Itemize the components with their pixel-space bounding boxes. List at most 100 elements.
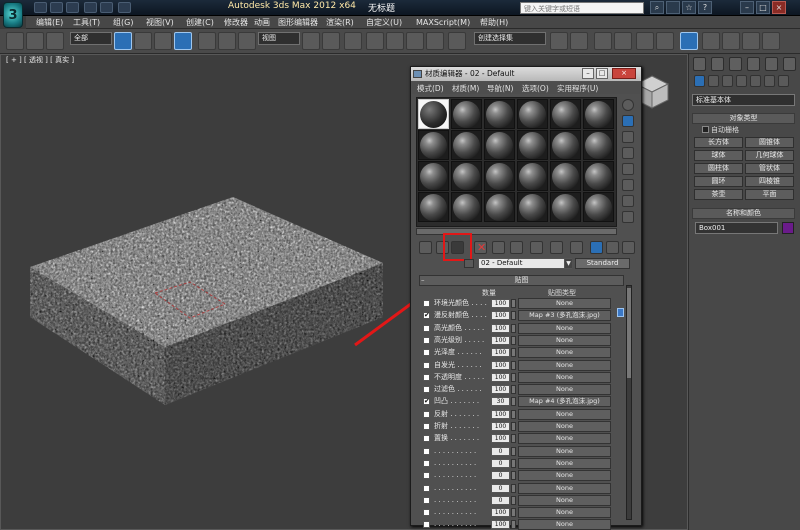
- map-amount-spinner[interactable]: [511, 446, 516, 456]
- map-slot-button[interactable]: None: [518, 470, 611, 482]
- map-amount-spinner[interactable]: [511, 495, 516, 505]
- display-tab-icon[interactable]: [765, 57, 778, 71]
- material-id-channel-icon[interactable]: [570, 241, 583, 254]
- helpers-icon[interactable]: [750, 75, 761, 87]
- map-slot-button[interactable]: None: [518, 519, 611, 530]
- map-amount-field[interactable]: 100: [491, 520, 510, 530]
- map-enable-checkbox[interactable]: ✔: [423, 398, 430, 406]
- map-enable-checkbox[interactable]: [423, 459, 430, 467]
- map-amount-field[interactable]: 100: [491, 323, 510, 333]
- map-amount-spinner[interactable]: [511, 483, 516, 493]
- map-slot-button[interactable]: None: [518, 371, 611, 383]
- map-amount-spinner[interactable]: [511, 508, 516, 518]
- show-end-result-icon[interactable]: [606, 241, 619, 254]
- map-amount-spinner[interactable]: [511, 520, 516, 530]
- material-sample-slot[interactable]: [484, 192, 515, 222]
- material-sample-slot[interactable]: [484, 161, 515, 191]
- map-enable-checkbox[interactable]: [423, 496, 430, 504]
- map-amount-field[interactable]: 0: [491, 471, 510, 481]
- map-amount-spinner[interactable]: [511, 335, 516, 345]
- material-sample-slot[interactable]: [517, 161, 548, 191]
- modify-tab-icon[interactable]: [711, 57, 724, 71]
- map-slot-button[interactable]: None: [518, 507, 611, 519]
- lights-icon[interactable]: [722, 75, 733, 87]
- material-sample-slot[interactable]: [517, 130, 548, 160]
- maps-rollout-collapse-icon[interactable]: –: [421, 276, 425, 284]
- map-amount-spinner[interactable]: [511, 385, 516, 395]
- tube-button[interactable]: 管状体: [745, 163, 794, 174]
- cylinder-button[interactable]: 圆柱体: [694, 163, 743, 174]
- map-enable-checkbox[interactable]: [423, 324, 430, 332]
- map-amount-spinner[interactable]: [511, 458, 516, 468]
- map-enable-checkbox[interactable]: [423, 423, 430, 430]
- close-button[interactable]: ×: [772, 1, 786, 14]
- material-editor-minimize-button[interactable]: –: [582, 68, 594, 79]
- autogrid-checkbox[interactable]: [702, 126, 709, 133]
- map-slot-button[interactable]: None: [518, 494, 611, 506]
- geosphere-button[interactable]: 几何球体: [745, 150, 794, 161]
- map-amount-spinner[interactable]: [511, 323, 516, 333]
- map-enable-checkbox[interactable]: [423, 336, 430, 344]
- map-amount-field[interactable]: 0: [491, 458, 510, 468]
- cone-button[interactable]: 圆锥体: [745, 137, 794, 148]
- rendered-frame-window-icon[interactable]: [722, 32, 740, 50]
- map-amount-field[interactable]: 0: [491, 483, 510, 493]
- me-menu-options[interactable]: 选项(O): [522, 83, 549, 94]
- material-name-dropdown-arrow[interactable]: ▼: [564, 259, 572, 268]
- me-menu-navigation[interactable]: 导航(N): [487, 83, 513, 94]
- sample-type-icon[interactable]: [622, 99, 634, 111]
- torus-button[interactable]: 圆环: [694, 176, 743, 187]
- object-color-swatch[interactable]: [782, 222, 794, 234]
- pick-from-object-icon[interactable]: [464, 259, 474, 268]
- map-enable-checkbox[interactable]: [423, 386, 430, 394]
- map-amount-spinner[interactable]: [511, 299, 516, 308]
- sphere-button[interactable]: 球体: [694, 150, 743, 161]
- map-enable-checkbox[interactable]: [423, 509, 430, 517]
- map-amount-spinner[interactable]: [511, 372, 516, 382]
- map-amount-field[interactable]: 100: [491, 434, 510, 444]
- put-to-library-icon[interactable]: [550, 241, 563, 254]
- map-amount-field[interactable]: 100: [491, 360, 510, 370]
- map-amount-field[interactable]: 100: [491, 311, 510, 321]
- material-sample-slot[interactable]: [451, 99, 482, 129]
- material-sample-slot[interactable]: [583, 99, 614, 129]
- me-menu-modes[interactable]: 模式(D): [417, 83, 444, 94]
- material-sample-slot[interactable]: [583, 161, 614, 191]
- map-amount-spinner[interactable]: [511, 348, 516, 358]
- systems-icon[interactable]: [778, 75, 789, 87]
- shapes-icon[interactable]: [708, 75, 719, 87]
- map-amount-spinner[interactable]: [511, 434, 516, 444]
- map-slot-button[interactable]: None: [518, 433, 611, 445]
- material-sample-slot[interactable]: [451, 161, 482, 191]
- map-amount-spinner[interactable]: [511, 360, 516, 370]
- map-enable-checkbox[interactable]: [423, 484, 430, 492]
- show-map-in-viewport-icon[interactable]: [590, 241, 603, 254]
- material-sample-slot[interactable]: [451, 130, 482, 160]
- map-slot-button[interactable]: None: [518, 482, 611, 494]
- maps-rollout-header[interactable]: 贴图: [419, 275, 624, 286]
- material-sample-slot[interactable]: [550, 161, 581, 191]
- material-sample-slot[interactable]: [418, 99, 449, 129]
- cameras-icon[interactable]: [736, 75, 747, 87]
- space-warps-icon[interactable]: [764, 75, 775, 87]
- render-setup-icon[interactable]: [702, 32, 720, 50]
- me-menu-utilities[interactable]: 实用程序(U): [557, 83, 598, 94]
- map-amount-field[interactable]: 0: [491, 495, 510, 505]
- map-options-icon[interactable]: [617, 308, 624, 317]
- map-amount-spinner[interactable]: [511, 397, 516, 407]
- map-amount-field[interactable]: 100: [491, 348, 510, 358]
- sample-uv-tiling-icon[interactable]: [622, 147, 634, 159]
- pyramid-button[interactable]: 四棱锥: [745, 176, 794, 187]
- make-preview-icon[interactable]: [622, 179, 634, 191]
- map-slot-button[interactable]: None: [518, 408, 611, 420]
- material-sample-slot[interactable]: [451, 192, 482, 222]
- options-icon[interactable]: [622, 195, 634, 207]
- map-slot-button[interactable]: None: [518, 347, 611, 359]
- map-enable-checkbox[interactable]: [423, 472, 430, 480]
- map-slot-button[interactable]: None: [518, 445, 611, 457]
- render-teapot-icon[interactable]: [762, 32, 780, 50]
- backlight-icon[interactable]: [622, 115, 634, 127]
- material-sample-slot[interactable]: [484, 130, 515, 160]
- delete-material-icon[interactable]: ✕: [474, 241, 487, 254]
- map-enable-checkbox[interactable]: [423, 435, 430, 443]
